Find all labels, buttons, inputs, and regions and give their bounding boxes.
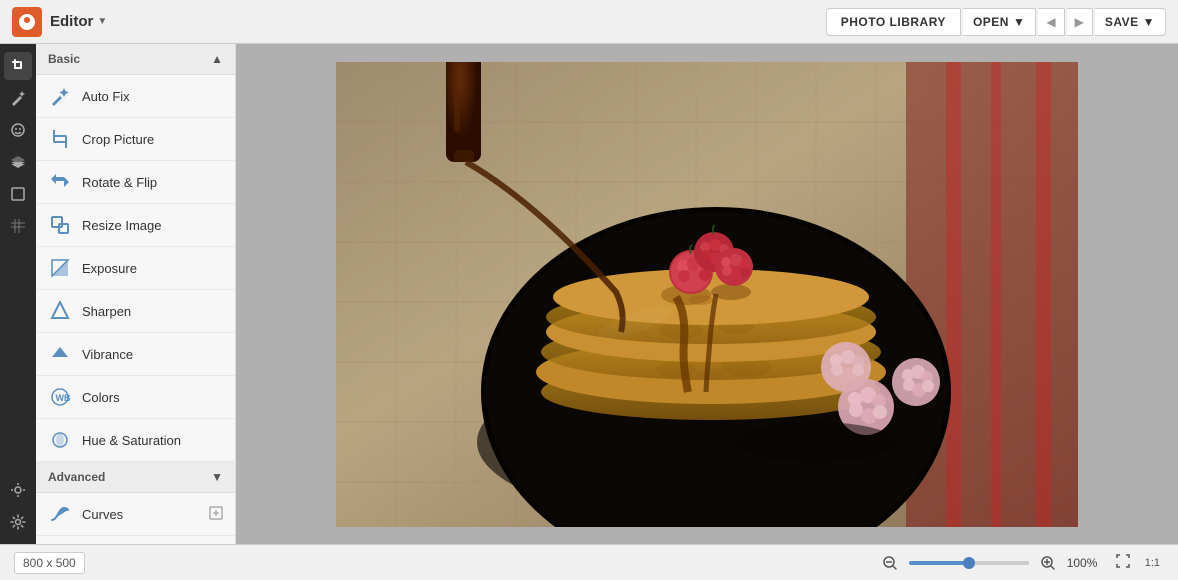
sidebar: Basic ▲ Auto Fix Crop Picture Rotate & F… (36, 44, 236, 544)
zoom-ratio[interactable]: 1:1 (1141, 555, 1164, 571)
zoom-out-button[interactable] (879, 552, 901, 574)
crop-picture-label: Crop Picture (82, 132, 223, 147)
sidebar-section-advanced[interactable]: Advanced ▼ (36, 462, 235, 493)
vibrance-icon (48, 342, 72, 366)
resize-image-icon (48, 213, 72, 237)
colors-label: Colors (82, 390, 223, 405)
iconbar-face[interactable] (4, 116, 32, 144)
image-dimensions: 800 x 500 (14, 552, 85, 574)
colors-icon: WB (48, 385, 72, 409)
sidebar-item-sharpen[interactable]: Sharpen (36, 290, 235, 333)
editor-title[interactable]: Editor ▼ (50, 13, 107, 30)
zoom-slider-fill (909, 561, 969, 565)
save-label: SAVE (1105, 15, 1139, 29)
zoom-slider[interactable] (909, 561, 1029, 565)
iconbar-texture[interactable] (4, 212, 32, 240)
curves-extra-icon (209, 506, 223, 523)
basic-chevron-icon: ▲ (211, 52, 223, 66)
svg-text:WB: WB (56, 393, 71, 403)
zoom-extra-buttons: 1:1 (1111, 551, 1164, 574)
crop-picture-icon (48, 127, 72, 151)
curves-label: Curves (82, 507, 199, 522)
rotate-flip-icon (48, 170, 72, 194)
sidebar-item-crop-picture[interactable]: Crop Picture (36, 118, 235, 161)
sharpen-label: Sharpen (82, 304, 223, 319)
sidebar-item-vibrance[interactable]: Vibrance (36, 333, 235, 376)
sidebar-item-curves[interactable]: Curves (36, 493, 235, 536)
iconbar-crop[interactable] (4, 52, 32, 80)
auto-fix-label: Auto Fix (82, 89, 223, 104)
advanced-chevron-icon: ▼ (211, 470, 223, 484)
photo-library-button[interactable]: PHOTO LIBRARY (826, 8, 961, 36)
canvas-image-container (336, 62, 1078, 527)
canvas-photo (336, 62, 1078, 527)
sidebar-item-colors[interactable]: WB Colors (36, 376, 235, 419)
sidebar-item-resize-image[interactable]: Resize Image (36, 204, 235, 247)
zoom-slider-thumb (963, 557, 975, 569)
advanced-section-label: Advanced (48, 470, 105, 484)
sharpen-icon (48, 299, 72, 323)
hue-saturation-label: Hue & Saturation (82, 433, 223, 448)
undo-button[interactable]: ◀ (1038, 8, 1064, 36)
sidebar-item-exposure[interactable]: Exposure (36, 247, 235, 290)
hue-saturation-icon (48, 428, 72, 452)
top-bar: Editor ▼ PHOTO LIBRARY OPEN ▼ ◀ ▶ SAVE ▼ (0, 0, 1178, 44)
auto-fix-icon (48, 84, 72, 108)
sidebar-item-auto-fix[interactable]: Auto Fix (36, 75, 235, 118)
exposure-label: Exposure (82, 261, 223, 276)
sidebar-item-hue-saturation[interactable]: Hue & Saturation (36, 419, 235, 462)
app-logo (12, 7, 42, 37)
status-bar: 800 x 500 100% (0, 544, 1178, 580)
save-button[interactable]: SAVE ▼ (1095, 8, 1166, 36)
vibrance-label: Vibrance (82, 347, 223, 362)
zoom-controls: 100% 1:1 (879, 551, 1164, 574)
iconbar-magic[interactable] (4, 84, 32, 112)
iconbar-layers[interactable] (4, 148, 32, 176)
sidebar-section-basic[interactable]: Basic ▲ (36, 44, 235, 75)
open-button[interactable]: OPEN ▼ (963, 8, 1036, 36)
save-chevron-icon: ▼ (1143, 15, 1155, 29)
editor-title-chevron-icon: ▼ (97, 16, 107, 27)
main-layout: Basic ▲ Auto Fix Crop Picture Rotate & F… (0, 44, 1178, 544)
iconbar-settings[interactable] (4, 508, 32, 536)
top-bar-actions: PHOTO LIBRARY OPEN ▼ ◀ ▶ SAVE ▼ (826, 8, 1166, 36)
canvas-area (236, 44, 1178, 544)
open-label: OPEN (973, 15, 1009, 29)
curves-icon (48, 502, 72, 526)
icon-bar (0, 44, 36, 544)
rotate-flip-label: Rotate & Flip (82, 175, 223, 190)
sidebar-item-rotate-flip[interactable]: Rotate & Flip (36, 161, 235, 204)
editor-title-text: Editor (50, 13, 93, 30)
resize-image-label: Resize Image (82, 218, 223, 233)
open-chevron-icon: ▼ (1013, 15, 1025, 29)
iconbar-sun[interactable] (4, 476, 32, 504)
basic-section-label: Basic (48, 52, 80, 66)
exposure-icon (48, 256, 72, 280)
fit-screen-button[interactable] (1111, 551, 1135, 574)
redo-button[interactable]: ▶ (1067, 8, 1093, 36)
zoom-percent: 100% (1067, 556, 1103, 570)
zoom-in-button[interactable] (1037, 552, 1059, 574)
iconbar-frame[interactable] (4, 180, 32, 208)
